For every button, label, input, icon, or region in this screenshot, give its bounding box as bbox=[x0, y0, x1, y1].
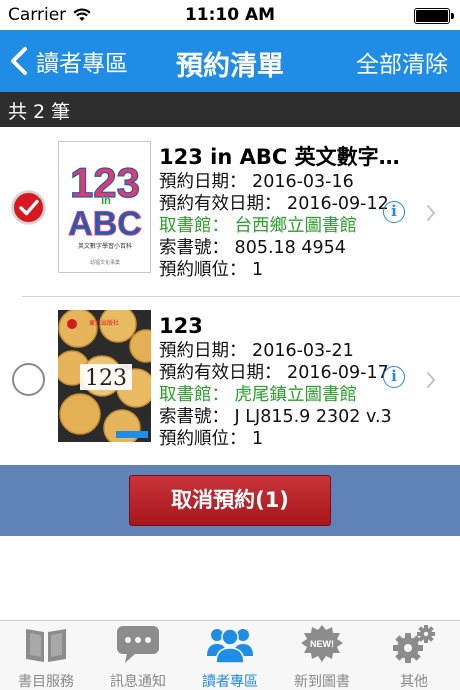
tab-new-books[interactable]: NEW! 新到圖書 bbox=[276, 621, 368, 690]
checkbox-selected[interactable] bbox=[12, 191, 45, 224]
gears-icon bbox=[393, 625, 435, 663]
book-cover-art: 123 東方出版社 bbox=[58, 310, 151, 442]
count-bar: 共 2 筆 bbox=[0, 92, 460, 127]
tab-label: 新到圖書 bbox=[294, 674, 350, 690]
chevron-left-icon bbox=[11, 47, 27, 75]
call-number: 索書號： J LJ815.9 2302 v.3 bbox=[159, 407, 392, 427]
tab-catalog-service[interactable]: 書目服務 bbox=[0, 621, 92, 690]
tab-label: 讀者專區 bbox=[202, 674, 258, 690]
status-time: 11:10 AM bbox=[184, 5, 276, 25]
reserve-date: 預約日期： 2016-03-16 bbox=[159, 172, 354, 192]
book-cover: 123 東方出版社 bbox=[58, 310, 151, 442]
new-badge-icon: NEW! bbox=[301, 625, 343, 662]
back-button-label: 讀者專區 bbox=[36, 51, 128, 77]
tab-notifications[interactable]: 訊息通知 bbox=[92, 621, 184, 690]
checkbox-unselected[interactable] bbox=[12, 363, 45, 396]
tab-other[interactable]: 其他 bbox=[368, 621, 460, 690]
reservation-row[interactable]: 123 in ABC 英文數字學習小百科 幼福文化事業 123 in ABC 英… bbox=[0, 129, 460, 297]
queue-position: 預約順位： 1 bbox=[159, 429, 264, 449]
clear-all-button[interactable]: 全部清除 bbox=[356, 45, 448, 79]
book-title: 123 bbox=[159, 314, 203, 338]
tab-bar: 書目服務 訊息通知 讀者專區 NEW! 新到圖書 其他 bbox=[0, 620, 460, 690]
back-button[interactable]: 讀者專區 bbox=[8, 42, 128, 80]
call-number: 索書號： 805.18 4954 bbox=[159, 238, 346, 258]
battery-icon bbox=[414, 8, 450, 24]
cover-big-text: 123 bbox=[85, 366, 127, 391]
battery-tip bbox=[451, 13, 454, 19]
book-cover-art: 123 in ABC 英文數字學習小百科 幼福文化事業 bbox=[59, 142, 150, 272]
row-divider bbox=[22, 296, 460, 297]
users-icon bbox=[207, 628, 253, 664]
cover-publisher: 幼福文化事業 bbox=[90, 259, 120, 266]
cancel-reservation-button[interactable]: 取消預約(1) bbox=[129, 475, 331, 526]
chevron-right-icon bbox=[427, 205, 435, 221]
book-cover: 123 in ABC 英文數字學習小百科 幼福文化事業 bbox=[58, 141, 151, 273]
chat-icon bbox=[117, 626, 159, 663]
book-title: 123 in ABC 英文數字… bbox=[159, 145, 400, 169]
info-icon[interactable]: i bbox=[383, 201, 405, 223]
tab-label: 其他 bbox=[400, 674, 428, 690]
tab-label: 訊息通知 bbox=[110, 674, 166, 690]
reservation-row[interactable]: 123 東方出版社 123 預約日期： 2016-03-21 預約有效日期： 2… bbox=[0, 298, 460, 466]
checkmark-icon bbox=[19, 199, 39, 216]
reservation-count: 共 2 筆 bbox=[8, 101, 71, 123]
cover-abc-text: ABC bbox=[68, 205, 142, 243]
info-icon[interactable]: i bbox=[383, 366, 405, 388]
tab-label: 書目服務 bbox=[18, 674, 74, 690]
tab-reader-area[interactable]: 讀者專區 bbox=[184, 621, 276, 690]
book-icon bbox=[26, 629, 66, 662]
chevron-right-icon bbox=[427, 372, 435, 388]
queue-position: 預約順位： 1 bbox=[159, 260, 264, 280]
cover-subtitle: 英文數字學習小百科 bbox=[78, 242, 132, 250]
new-badge-text: NEW! bbox=[310, 639, 334, 649]
nav-bar: 讀者專區 預約清單 全部清除 bbox=[0, 30, 460, 92]
action-bar: 取消預約(1) bbox=[0, 465, 460, 536]
status-bar: Carrier 11:10 AM bbox=[0, 0, 460, 30]
cover-series: 東方出版社 bbox=[89, 319, 119, 327]
reserve-date: 預約日期： 2016-03-21 bbox=[159, 341, 354, 361]
